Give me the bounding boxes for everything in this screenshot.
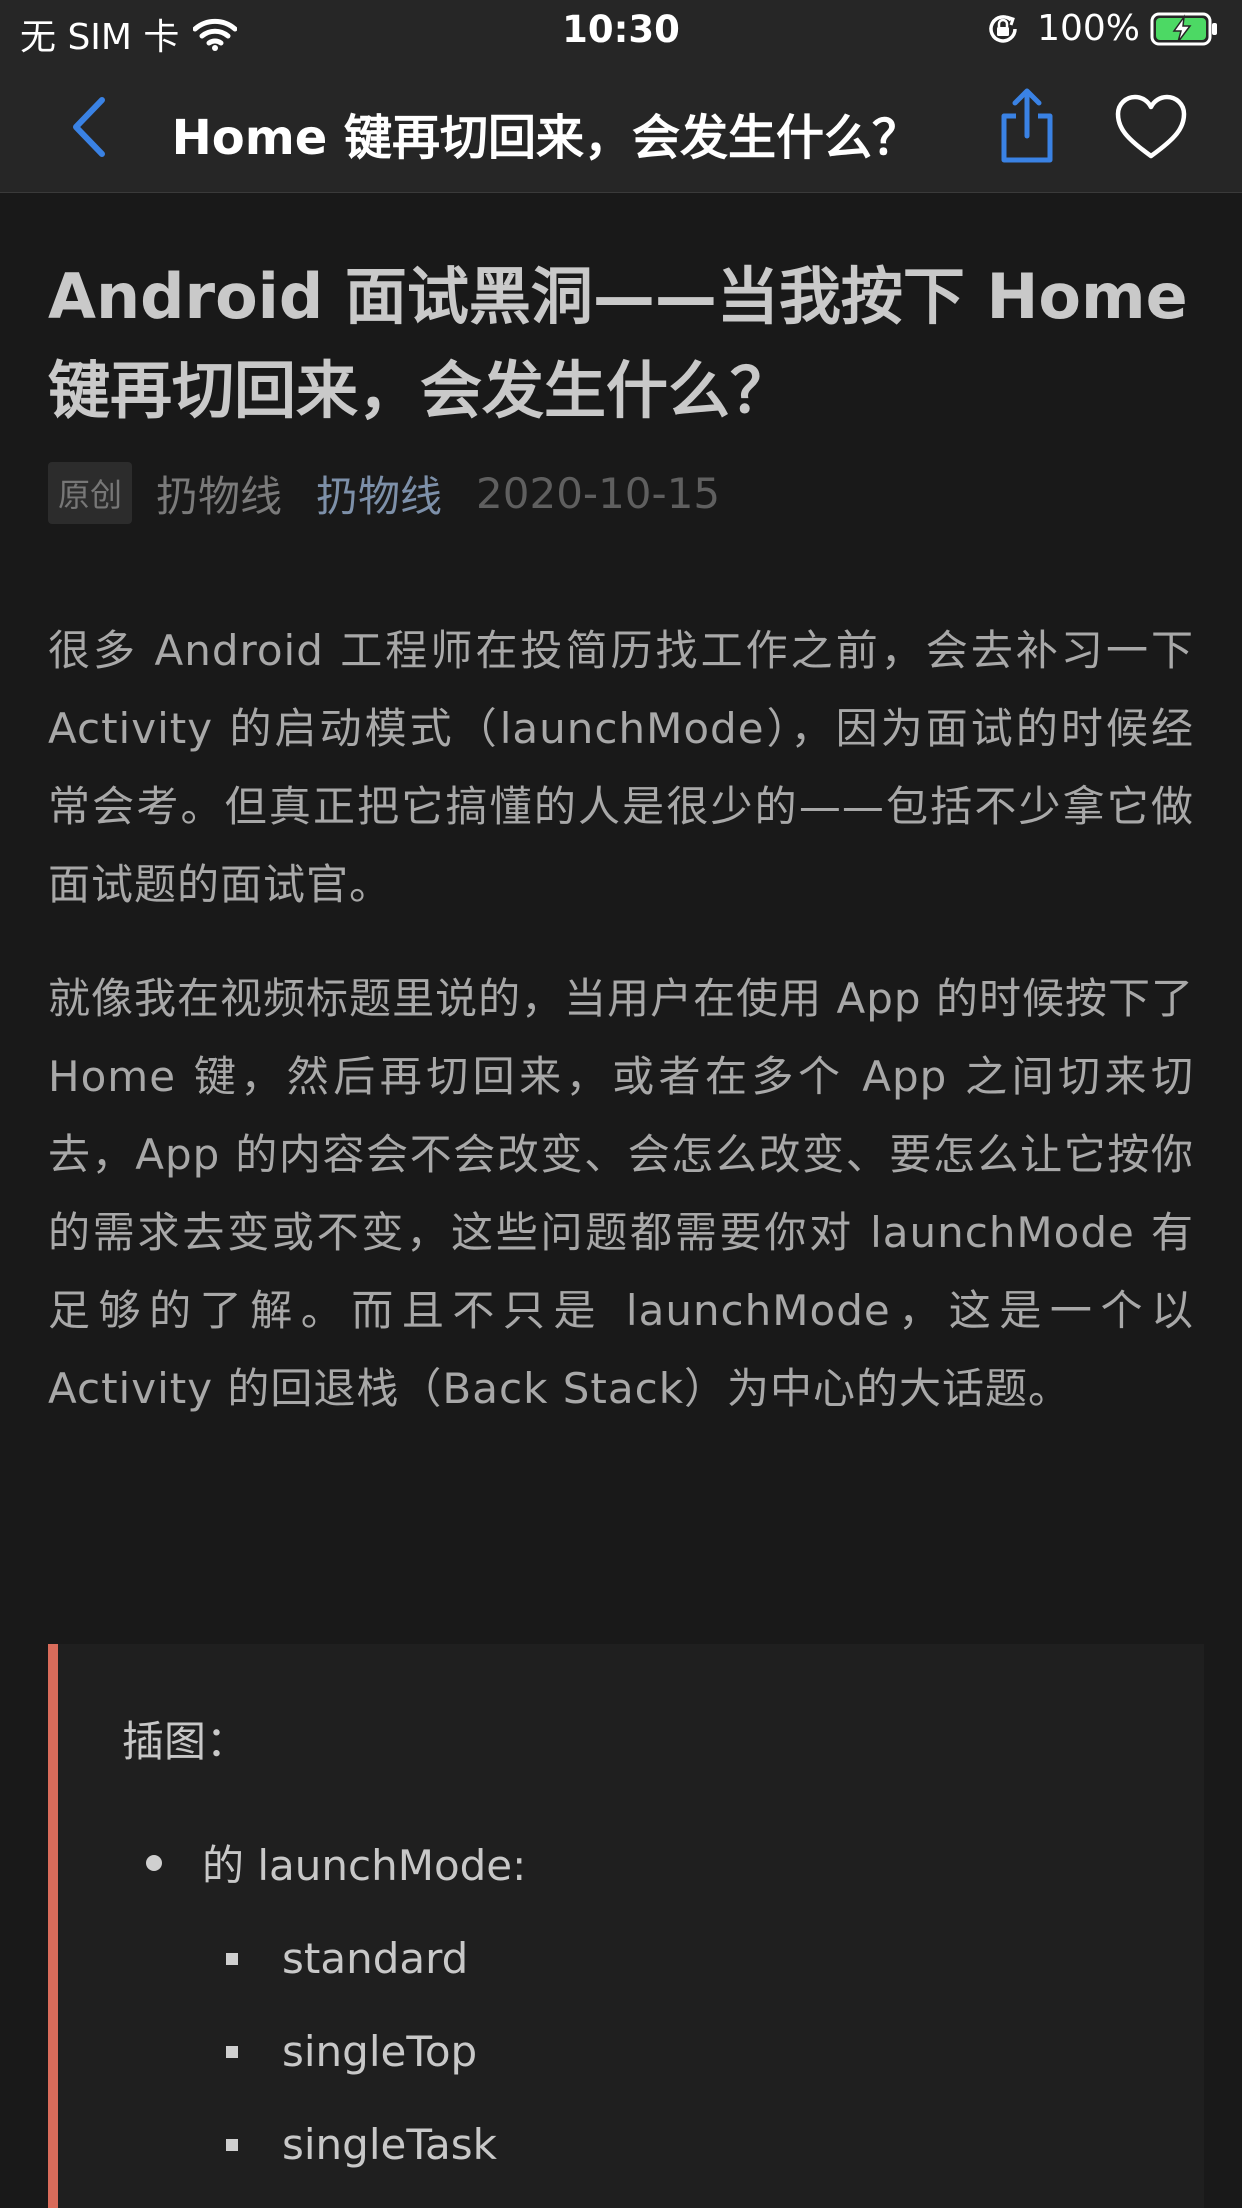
bullet-square xyxy=(226,2045,238,2058)
article: Android 面试黑洞——当我按下 Home 键再切回来，会发生什么？ 原创 … xyxy=(48,250,1194,1428)
battery-percent: 100% xyxy=(1037,8,1140,49)
screen: 无 SIM 卡 10:30 100% Home 键再切回来，会发生什么？ And… xyxy=(0,0,1242,2208)
sub-list-item: singleTop xyxy=(226,2027,477,2076)
bullet-square xyxy=(226,2138,238,2151)
sub-list-item-text: standard xyxy=(282,1934,469,1983)
sub-list-item-text: singleTop xyxy=(282,2027,478,2076)
nav-bar: Android 面试黑洞——当我按下 Home 键再切回来，会发生什么？ xyxy=(0,62,1242,192)
sub-list-item-text: singleTask xyxy=(282,2120,497,2169)
blockquote: 插图： 的 launchMode: standard singleTop sin… xyxy=(48,1644,1204,2208)
nav-title: Android 面试黑洞——当我按下 Home 键再切回来，会发生什么？ xyxy=(170,110,920,166)
bullet-square xyxy=(226,1952,238,1965)
rotation-lock-icon xyxy=(989,14,1017,43)
paragraph: 很多 Android 工程师在投简历找工作之前，会去补习一下 Activity … xyxy=(48,626,1194,909)
status-right: 100% xyxy=(985,8,1220,49)
original-badge: 原创 xyxy=(48,462,133,524)
publish-date: 2020-10-15 xyxy=(476,468,721,518)
list-item-text: 的 launchMode: xyxy=(202,1841,527,1890)
sub-list-item: singleTask xyxy=(226,2120,497,2169)
bullet-dot xyxy=(146,1854,162,1871)
status-bar: 无 SIM 卡 10:30 100% xyxy=(0,0,1242,62)
quote-label: 插图： xyxy=(122,1717,249,1766)
sub-list-item: standard xyxy=(226,1934,468,1983)
heart-icon[interactable] xyxy=(1114,94,1188,160)
article-meta: 原创 扔物线 扔物线 2020-10-15 xyxy=(48,462,1194,524)
paragraph: 就像我在视频标题里说的，当用户在使用 App 的时候按下了 Home 键，然后再… xyxy=(48,974,1194,1413)
share-icon[interactable] xyxy=(994,86,1060,166)
top-bar: 无 SIM 卡 10:30 100% Home 键再切回来，会发生什么？ xyxy=(0,0,1242,193)
account-link[interactable]: 扔物线 xyxy=(316,463,442,524)
list-item: 的 launchMode: xyxy=(146,1832,526,1893)
author-name: 扔物线 xyxy=(156,471,283,521)
article-title: Android 面试黑洞——当我按下 Home 键再切回来，会发生什么？ xyxy=(48,260,1188,427)
back-arrow-icon[interactable] xyxy=(62,92,122,162)
battery-charging-icon xyxy=(1150,12,1217,45)
